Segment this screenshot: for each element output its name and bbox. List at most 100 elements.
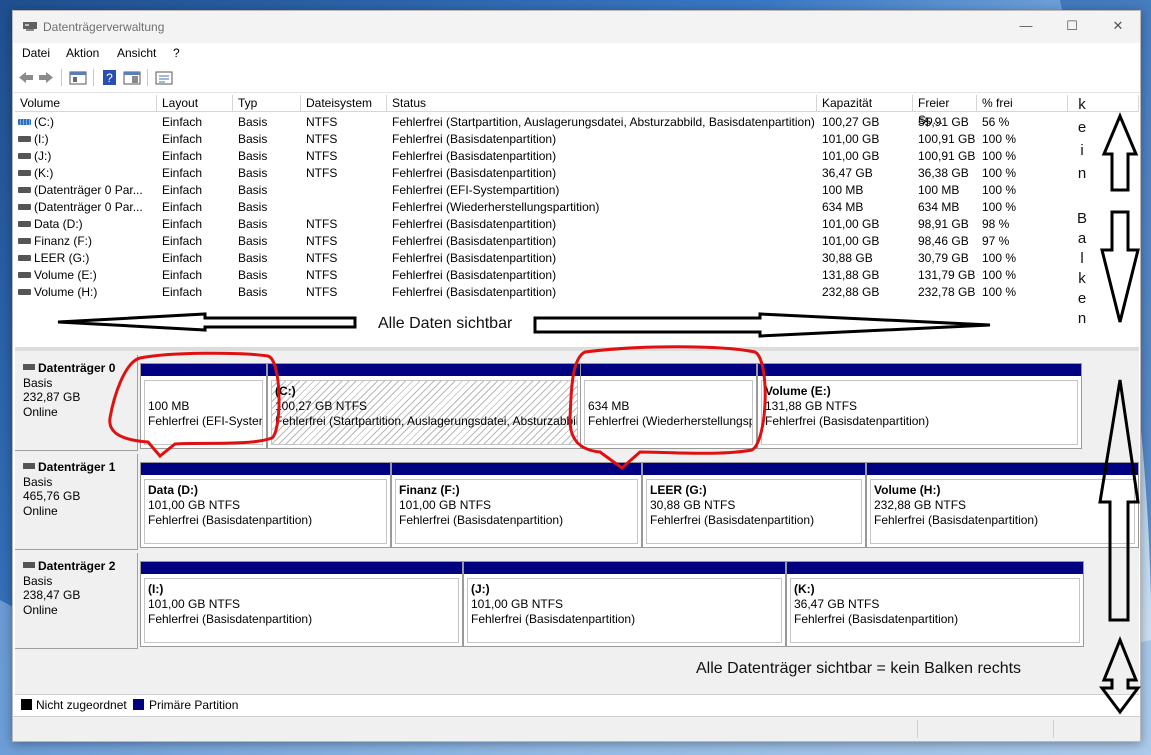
help-icon[interactable]: ? [101, 69, 119, 86]
table-cell-status: Fehlerfrei (Basisdatenpartition) [392, 149, 557, 163]
menu-help[interactable]: ? [173, 46, 180, 60]
table-cell-name: Data (D:) [15, 216, 157, 233]
partition-block[interactable]: (C:) 100,27 GB NTFS Fehlerfrei (Startparti… [267, 363, 582, 449]
partition-block[interactable]: (K:) 36,47 GB NTFS Fehlerfrei (Basisdatenp… [786, 561, 1084, 647]
table-cell-kap: 101,00 GB [822, 132, 880, 146]
table-cell-kap: 100 MB [822, 183, 864, 197]
volume-name: (K:) [34, 166, 54, 180]
table-cell-name: (I:) [15, 131, 157, 148]
menu-datei[interactable]: Datei [22, 46, 50, 60]
settings-list-icon[interactable] [155, 69, 173, 86]
status-bar [13, 716, 1140, 741]
close-button[interactable]: ✕ [1103, 15, 1133, 37]
disk-info[interactable]: Datenträger 0 Basis 232,87 GB Online [15, 355, 138, 451]
disk-info[interactable]: Datenträger 2 Basis 238,47 GB Online [15, 553, 138, 649]
table-cell-fs: NTFS [306, 149, 338, 163]
table-row[interactable]: Volume (H:) Einfach Basis NTFS Fehlerfrei (B… [15, 284, 1139, 301]
panel-view-icon[interactable] [123, 69, 141, 86]
table-cell-frei: 98,46 GB [918, 234, 969, 248]
maximize-button[interactable]: ☐ [1057, 15, 1087, 37]
table-cell-name: (K:) [15, 165, 157, 182]
table-row[interactable]: (Datenträger 0 Par... Einfach Basis Fehlerf… [15, 199, 1139, 216]
partition-block[interactable]: Volume (H:) 232,88 GB NTFS Fehlerfrei (Bas… [866, 462, 1139, 548]
partition-status: Fehlerfrei (EFI-Systempartition) [148, 414, 262, 428]
partition-name: (K:) [794, 582, 815, 596]
partition-size: 232,88 GB NTFS [874, 498, 967, 512]
column-header[interactable]: Volume [15, 95, 157, 112]
table-row[interactable]: Volume (E:) Einfach Basis NTFS Fehlerfrei (B… [15, 267, 1139, 284]
table-cell-name: Volume (E:) [15, 267, 157, 284]
table-cell-status: Fehlerfrei (EFI-Systempartition) [392, 183, 560, 197]
column-header[interactable]: Freier Sp... [913, 95, 977, 127]
partition-name: Data (D:) [148, 483, 198, 497]
table-row[interactable]: (K:) Einfach Basis NTFS Fehlerfrei (Basisdat… [15, 165, 1139, 182]
table-cell-pct: 100 % [982, 132, 1017, 146]
table-row[interactable]: (C:) Einfach Basis NTFS Fehlerfrei (Startpar… [15, 114, 1139, 131]
disk-info[interactable]: Datenträger 1 Basis 465,76 GB Online [15, 454, 138, 550]
table-row[interactable]: Data (D:) Einfach Basis NTFS Fehlerfrei (Bas… [15, 216, 1139, 233]
column-header[interactable]: Typ [233, 95, 301, 112]
table-cell-layout: Einfach [162, 251, 203, 265]
back-arrow-icon[interactable] [17, 69, 35, 86]
disk-row: Datenträger 1 Basis 465,76 GB Online Data (D… [15, 454, 1139, 552]
table-row[interactable]: Finanz (F:) Einfach Basis NTFS Fehlerfrei (B… [15, 233, 1139, 250]
partition-block[interactable]: 100 MBFehlerfrei (EFI-Systempartition) [140, 363, 267, 449]
volume-icon [18, 238, 31, 244]
annotation-letter: k [1078, 270, 1086, 287]
disk-management-app-icon [23, 22, 37, 31]
annotation-letter: n [1077, 310, 1087, 327]
table-row[interactable]: (Datenträger 0 Par... Einfach Basis Fehlerf… [15, 182, 1139, 199]
partition-size: 634 MB [588, 399, 630, 413]
partition-body: 100 MBFehlerfrei (EFI-Systempartition) [144, 380, 263, 445]
toolbar-separator [61, 69, 62, 86]
partition-type-bar [392, 463, 641, 475]
partition-status: Fehlerfrei (Basisdatenpartition) [471, 612, 636, 626]
table-row[interactable]: (I:) Einfach Basis NTFS Fehlerfrei (Basisdat… [15, 131, 1139, 148]
partition-block[interactable]: (J:) 101,00 GB NTFS Fehlerfrei (Basisdaten… [463, 561, 786, 647]
annotation-letter: B [1076, 210, 1087, 227]
partition-body: 634 MBFehlerfrei (Wiederherstellungspart… [584, 380, 753, 445]
table-cell-layout: Einfach [162, 200, 203, 214]
annotation-letter: i [1080, 142, 1084, 159]
volume-list: Volume Layout Typ Dateisystem Status Kapazitä… [15, 95, 1139, 343]
volume-icon [18, 221, 31, 227]
table-cell-typ: Basis [238, 183, 268, 197]
partition-body: Data (D:) 101,00 GB NTFS Fehlerfrei (Basis… [144, 479, 387, 544]
table-cell-fs: NTFS [306, 132, 338, 146]
table-cell-status: Fehlerfrei (Basisdatenpartition) [392, 166, 557, 180]
table-cell-pct: 100 % [982, 183, 1017, 197]
minimize-button[interactable]: — [1011, 15, 1041, 37]
column-header[interactable]: Layout [157, 95, 233, 112]
partition-block[interactable]: (I:) 101,00 GB NTFS Fehlerfrei (Basisdaten… [140, 561, 463, 647]
table-row[interactable]: (J:) Einfach Basis NTFS Fehlerfrei (Basisdat… [15, 148, 1139, 165]
partition-block[interactable]: LEER (G:) 30,88 GB NTFS Fehlerfrei (Basisd… [642, 462, 866, 548]
partition-type-bar [643, 463, 865, 475]
toolbar-separator [147, 69, 148, 86]
partition-block[interactable]: 634 MBFehlerfrei (Wiederherstellungspart… [580, 363, 757, 449]
annotation-letter: k [1078, 96, 1086, 113]
table-cell-status: Fehlerfrei (Startpartition, Auslagerungs… [392, 115, 815, 129]
column-header[interactable]: % frei [977, 95, 1068, 112]
forward-arrow-icon[interactable] [37, 69, 55, 86]
properties-icon[interactable] [69, 69, 87, 86]
volume-name: LEER (G:) [34, 251, 90, 265]
table-cell-frei: 30,79 GB [918, 251, 969, 265]
table-cell-status: Fehlerfrei (Wiederherstellungspartition) [392, 200, 600, 214]
volume-name: (Datenträger 0 Par... [34, 200, 143, 214]
partition-block[interactable]: Volume (E:) 131,88 GB NTFS Fehlerfrei (Bas… [757, 363, 1082, 449]
partition-block[interactable]: Data (D:) 101,00 GB NTFS Fehlerfrei (Basis… [140, 462, 391, 548]
table-cell-fs: NTFS [306, 285, 338, 299]
column-header[interactable]: Kapazität [817, 95, 913, 112]
menu-aktion[interactable]: Aktion [66, 46, 99, 60]
column-header[interactable]: Dateisystem [301, 95, 387, 112]
table-cell-name: (Datenträger 0 Par... [15, 182, 157, 199]
partition-block[interactable]: Finanz (F:) 101,00 GB NTFS Fehlerfrei (Bas… [391, 462, 642, 548]
partition-size: 131,88 GB NTFS [765, 399, 858, 413]
unallocated-swatch [21, 699, 32, 710]
column-header[interactable]: Status [387, 95, 817, 112]
partition-name: (J:) [471, 582, 490, 596]
menu-ansicht[interactable]: Ansicht [117, 46, 156, 60]
partition-size: 100 MB [148, 399, 190, 413]
table-row[interactable]: LEER (G:) Einfach Basis NTFS Fehlerfrei (Bas… [15, 250, 1139, 267]
table-cell-fs: NTFS [306, 217, 338, 231]
